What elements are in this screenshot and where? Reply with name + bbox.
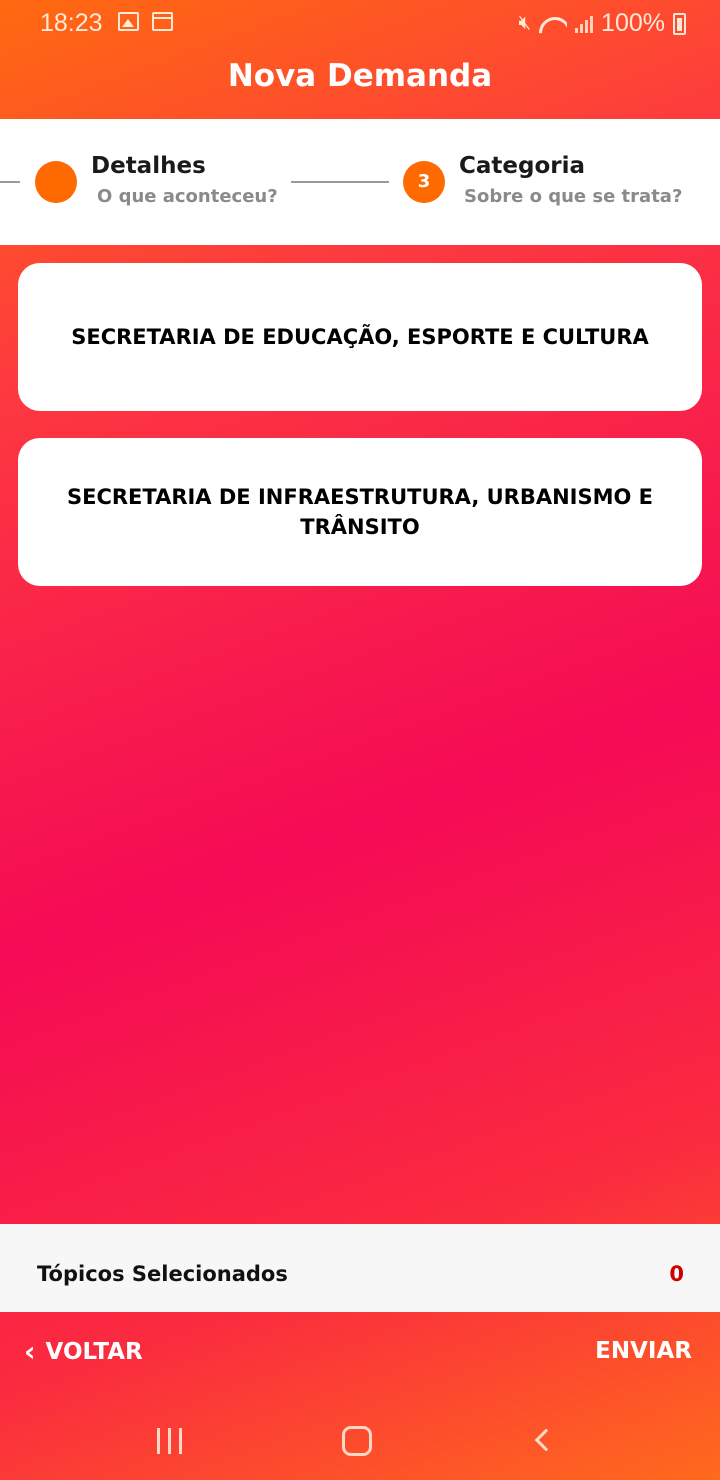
status-icons: 🔇︎ 100% bbox=[518, 9, 686, 38]
step-title-categoria: Categoria bbox=[459, 153, 586, 179]
selected-topics-count: 0 bbox=[669, 1262, 684, 1286]
calendar-icon bbox=[152, 12, 173, 31]
category-label: SECRETARIA DE EDUCAÇÃO, ESPORTE E CULTUR… bbox=[71, 325, 649, 349]
battery-percent: 100% bbox=[601, 9, 665, 37]
wifi-icon bbox=[539, 13, 567, 35]
step-title-detalhes: Detalhes bbox=[91, 153, 206, 179]
recents-icon[interactable] bbox=[157, 1428, 182, 1454]
battery-charging-icon bbox=[673, 12, 686, 35]
category-label: SECRETARIA DE INFRAESTRUTURA, URBANISMO … bbox=[66, 485, 654, 539]
category-card-infraestrutura[interactable]: SECRETARIA DE INFRAESTRUTURA, URBANISMO … bbox=[18, 438, 702, 586]
page-title: Nova Demanda bbox=[227, 58, 493, 94]
status-bar: 18:23 🔇︎ 100% bbox=[0, 0, 720, 46]
image-icon bbox=[118, 12, 139, 31]
signal-icon bbox=[575, 15, 594, 33]
back-button-label: VOLTAR bbox=[45, 1339, 143, 1365]
send-button[interactable]: ENVIAR bbox=[595, 1338, 692, 1364]
step-subtitle-categoria: Sobre o que se trata? bbox=[464, 186, 683, 207]
chevron-left-icon: ‹ bbox=[24, 1335, 36, 1368]
selected-topics-label: Tópicos Selecionados bbox=[37, 1262, 288, 1286]
category-card-educacao[interactable]: SECRETARIA DE EDUCAÇÃO, ESPORTE E CULTUR… bbox=[18, 263, 702, 411]
mute-icon: 🔇︎ bbox=[518, 12, 532, 34]
back-button[interactable]: ‹ VOLTAR bbox=[24, 1338, 143, 1366]
home-icon[interactable] bbox=[342, 1426, 372, 1456]
step-subtitle-detalhes: O que aconteceu? bbox=[97, 186, 278, 207]
step-indicator-categoria[interactable]: 3 bbox=[403, 161, 445, 203]
step-indicator-detalhes[interactable] bbox=[35, 161, 77, 203]
stepper: Detalhes O que aconteceu? 3 Categoria So… bbox=[0, 119, 720, 245]
selected-topics-bar: Tópicos Selecionados 0 bbox=[0, 1224, 720, 1312]
back-icon[interactable] bbox=[534, 1428, 558, 1452]
status-time: 18:23 bbox=[40, 9, 103, 37]
step-connector bbox=[0, 181, 20, 183]
step-connector bbox=[291, 181, 389, 183]
